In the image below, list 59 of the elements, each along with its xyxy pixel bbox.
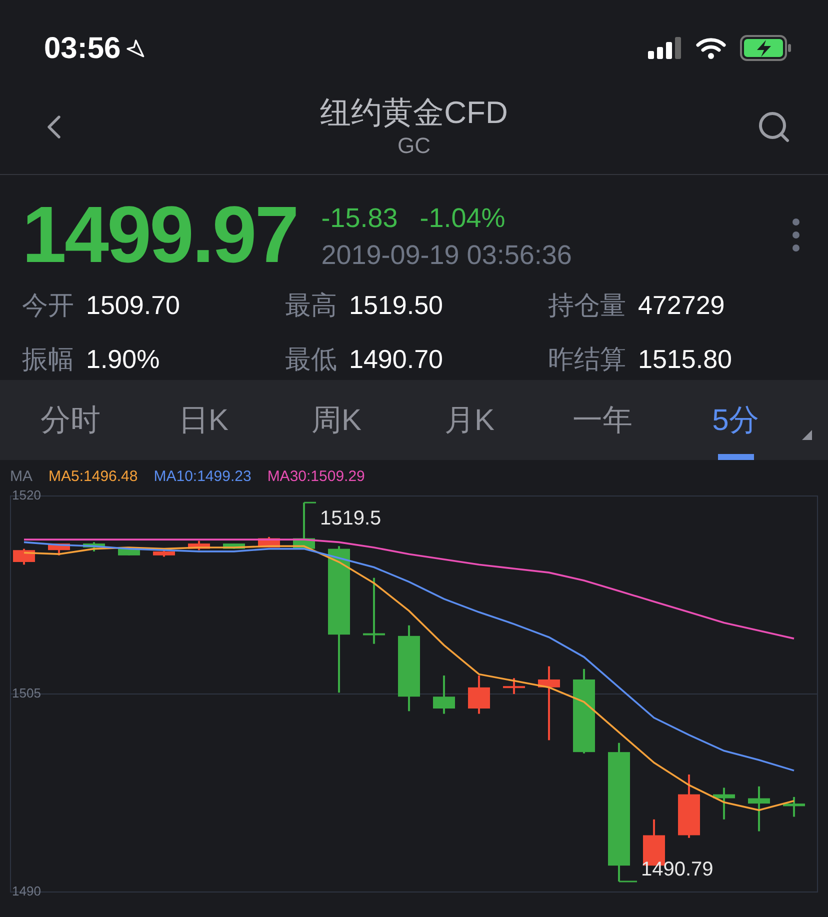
candlestick xyxy=(13,548,35,565)
dropdown-icon xyxy=(802,430,812,440)
stat-value: 1509.70 xyxy=(86,288,180,322)
stat-value: 1519.50 xyxy=(349,288,443,322)
stat-label: 最低 xyxy=(285,342,337,376)
candlestick xyxy=(293,502,315,549)
chart-period-tab[interactable]: 月K xyxy=(403,380,536,460)
leader-line xyxy=(619,880,637,882)
candlestick xyxy=(48,544,70,556)
wifi-icon xyxy=(696,37,726,59)
legend-label: MA xyxy=(10,466,32,487)
y-tick-label: 1490 xyxy=(12,883,41,898)
candlestick xyxy=(433,676,455,714)
stat-label: 最高 xyxy=(285,288,337,322)
quote-timestamp: 2019-09-19 03:56:36 xyxy=(321,239,572,272)
candlestick xyxy=(468,676,490,714)
y-tick-label: 1520 xyxy=(12,488,41,502)
candlestick xyxy=(223,544,245,549)
legend-item: MA10:1499.23 xyxy=(154,466,252,487)
stat-label: 持仓量 xyxy=(548,288,626,322)
legend-item: MA5:1496.48 xyxy=(48,466,138,487)
price-annotation: 1519.5 xyxy=(320,508,382,530)
chart-period-tab[interactable]: 分时 xyxy=(4,380,137,460)
page-subtitle: GC xyxy=(398,132,430,160)
legend-item: MA30:1509.29 xyxy=(267,466,365,487)
signal-icon xyxy=(648,37,682,59)
location-icon xyxy=(124,38,145,58)
search-icon xyxy=(756,109,792,145)
candlestick xyxy=(783,796,805,817)
chart-period-tab[interactable]: 一年 xyxy=(536,380,669,460)
candlestick xyxy=(748,786,770,832)
stat-value: 472729 xyxy=(638,288,725,322)
candlestick xyxy=(503,678,525,694)
stat-value: 1490.70 xyxy=(349,342,443,376)
chart-period-tab[interactable]: 日K xyxy=(137,380,270,460)
percent-change: -1.04% xyxy=(420,202,506,235)
candlestick xyxy=(153,550,175,557)
tab-underline xyxy=(718,454,754,460)
last-price: 1499.97 xyxy=(22,189,298,281)
candlestick xyxy=(83,542,105,552)
leader-line xyxy=(304,502,316,504)
battery-icon xyxy=(740,35,792,61)
candlestick xyxy=(188,540,210,550)
candlestick xyxy=(363,578,385,644)
status-time: 03:56 xyxy=(44,30,121,66)
chart-period-tab[interactable]: 周K xyxy=(270,380,403,460)
stat-label: 振幅 xyxy=(22,342,74,376)
stat-label: 昨结算 xyxy=(548,342,626,376)
stat-value: 1515.80 xyxy=(638,342,732,376)
candlestick xyxy=(713,788,735,820)
candlestick xyxy=(678,774,700,838)
y-tick-label: 1505 xyxy=(12,685,41,700)
stat-value: 1.90% xyxy=(86,342,160,376)
page-title: 纽约黄金CFD xyxy=(320,94,508,132)
price-change: -15.83 xyxy=(321,202,398,235)
price-annotation: 1490.79 xyxy=(641,858,714,880)
chart-period-tab[interactable]: 5分 xyxy=(669,380,802,460)
more-icon xyxy=(792,218,800,252)
stat-label: 今开 xyxy=(22,288,74,322)
